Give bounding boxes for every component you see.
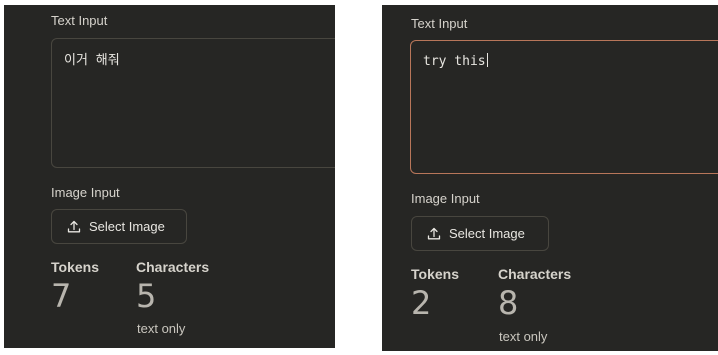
characters-value: 5 [136, 277, 157, 315]
text-input-field[interactable]: try this [410, 40, 718, 174]
token-counter-panel-right: Text Input try this Image Input Select I… [382, 5, 718, 351]
image-input-label: Image Input [51, 185, 120, 200]
image-input-label: Image Input [411, 191, 480, 206]
text-input-value: 이거 해줘 [64, 53, 120, 68]
characters-value: 8 [498, 284, 519, 322]
characters-note: text only [499, 329, 548, 344]
select-image-button[interactable]: Select Image [411, 216, 549, 251]
tokens-label: Tokens [51, 259, 99, 275]
select-image-label: Select Image [449, 226, 525, 241]
tokens-label: Tokens [411, 266, 459, 282]
select-image-label: Select Image [89, 219, 165, 234]
token-counter-panel-left: Text Input 이거 해줘 Image Input Select Imag… [4, 5, 335, 348]
upload-icon [427, 227, 441, 239]
upload-icon [67, 220, 81, 232]
text-input-field[interactable]: 이거 해줘 [51, 38, 335, 168]
text-input-label: Text Input [411, 16, 468, 31]
tokens-value: 2 [411, 284, 432, 322]
characters-note: text only [137, 321, 186, 336]
text-input-value: try this [423, 53, 488, 69]
tokens-value: 7 [51, 277, 72, 315]
select-image-button[interactable]: Select Image [51, 209, 187, 244]
characters-label: Characters [136, 259, 210, 275]
text-input-label: Text Input [51, 13, 108, 28]
text-caret [486, 53, 488, 67]
characters-label: Characters [498, 266, 572, 282]
